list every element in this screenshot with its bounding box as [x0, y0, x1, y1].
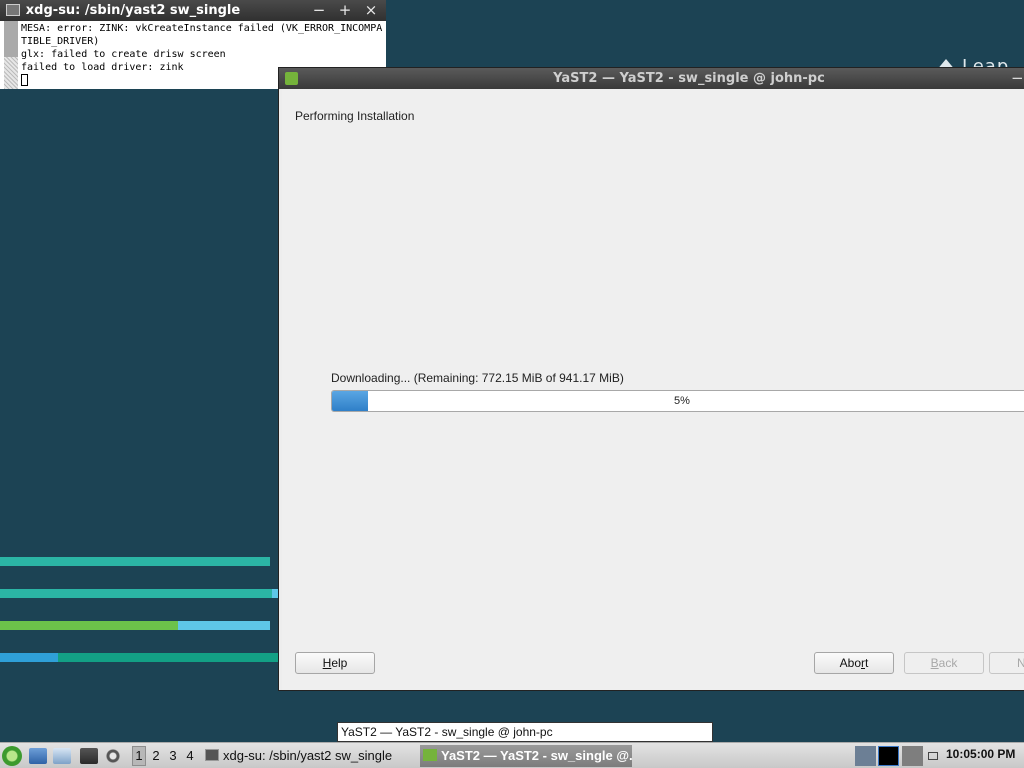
desktop-4-button[interactable]: 4: [183, 748, 197, 763]
clock[interactable]: 10:05:00 PM: [946, 747, 1015, 761]
desktop-stripe-1: [0, 557, 270, 566]
yast-icon: [423, 749, 437, 761]
page-title: Performing Installation: [295, 109, 415, 123]
start-menu-icon[interactable]: [2, 746, 22, 766]
terminal-scrollbar[interactable]: [4, 21, 18, 89]
help-button[interactable]: Help: [295, 652, 375, 674]
terminal-cursor: [21, 74, 28, 86]
abort-button[interactable]: Abort: [814, 652, 894, 674]
window-tooltip: YaST2 — YaST2 - sw_single @ john-pc: [337, 722, 713, 742]
pager-desktop-3[interactable]: [902, 746, 923, 766]
desktop-stripe-3: [0, 621, 270, 630]
yast-titlebar[interactable]: YaST2 — YaST2 - sw_single @ john-pc −: [279, 68, 1024, 89]
show-desktop-icon[interactable]: [29, 748, 47, 764]
terminal-line: glx: failed to create drisw screen: [21, 49, 226, 60]
yast-title: YaST2 — YaST2 - sw_single @ john-pc: [553, 71, 825, 86]
desktop-stripe-2: [0, 589, 278, 598]
download-status-label: Downloading... (Remaining: 772.15 MiB of…: [331, 371, 624, 385]
desktop-3-button[interactable]: 3: [166, 748, 180, 763]
task-terminal[interactable]: xdg-su: /sbin/yast2 sw_single: [202, 745, 416, 767]
terminal-line: MESA: error: ZINK: vkCreateInstance fail…: [21, 23, 383, 34]
logout-icon[interactable]: [104, 748, 122, 764]
next-button[interactable]: N: [989, 652, 1024, 674]
maximize-button[interactable]: +: [336, 1, 354, 19]
file-manager-icon[interactable]: [53, 748, 71, 764]
scrollbar-thumb[interactable]: [4, 21, 18, 57]
yast-content: Performing Installation Downloading... (…: [282, 89, 1024, 690]
terminal-line: TIBLE_DRIVER): [21, 36, 100, 47]
progress-percent-label: 5%: [674, 395, 690, 407]
pager-desktop-1[interactable]: [855, 746, 876, 766]
task-yast[interactable]: YaST2 — YaST2 - sw_single @...: [420, 745, 632, 767]
minimize-button[interactable]: −: [310, 1, 328, 19]
pager-desktop-2[interactable]: [878, 746, 899, 766]
terminal-titlebar[interactable]: xdg-su: /sbin/yast2 sw_single − + ×: [0, 0, 386, 21]
yast-window[interactable]: YaST2 — YaST2 - sw_single @ john-pc − Pe…: [279, 68, 1024, 690]
terminal-launcher-icon[interactable]: [80, 748, 98, 764]
terminal-title: xdg-su: /sbin/yast2 sw_single: [25, 3, 241, 18]
desktop-1-button[interactable]: 1: [132, 746, 146, 766]
download-progress-bar: 5%: [331, 390, 1024, 412]
close-button[interactable]: ×: [362, 1, 380, 19]
desktop-stripe-4: [0, 653, 278, 662]
notification-icon[interactable]: [928, 752, 938, 760]
minimize-button[interactable]: −: [1011, 69, 1024, 87]
back-button[interactable]: Back: [904, 652, 984, 674]
desktop-2-button[interactable]: 2: [149, 748, 163, 763]
taskbar: 1 2 3 4 xdg-su: /sbin/yast2 sw_single Ya…: [0, 742, 1024, 768]
terminal-icon: [205, 749, 219, 761]
